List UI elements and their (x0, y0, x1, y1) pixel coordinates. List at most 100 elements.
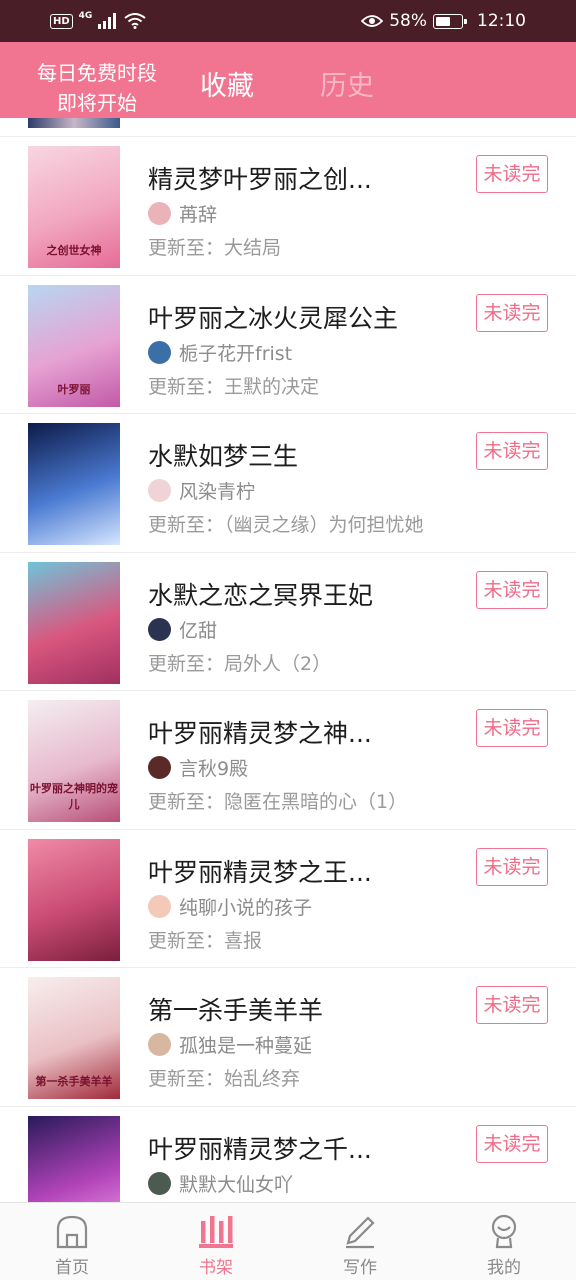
book-author[interactable]: 栀子花开frist (148, 339, 292, 366)
book-item[interactable]: 叶罗丽精灵梦之王... 纯聊小说的孩子更新至：喜报 未读完 (0, 831, 576, 969)
row-divider (0, 551, 576, 553)
book-title[interactable]: 叶罗丽之冰火灵犀公主 (148, 299, 468, 335)
bookshelf-icon (199, 1216, 233, 1248)
unread-badge[interactable]: 未读完 (476, 986, 548, 1024)
book-author[interactable]: 亿甜 (148, 616, 217, 643)
book-cover[interactable] (28, 1115, 120, 1202)
book-cover[interactable]: 叶罗丽之神明的宠儿 (28, 700, 120, 822)
latest-chapter: 更新至：（幽灵之缘）为何担忧她 (148, 514, 424, 536)
status-left: HD 4G (50, 11, 146, 29)
book-title[interactable]: 叶罗丽精灵梦之神... (148, 714, 468, 750)
author-name: 栀子花开frist (179, 342, 293, 365)
row-divider (0, 136, 576, 137)
author-name: 苒辞 (179, 204, 218, 226)
battery-icon (433, 13, 467, 29)
status-bar: HD 4G 58% 12:10 (0, 0, 576, 42)
author-avatar (148, 756, 171, 779)
book-author[interactable]: 孤独是一种蔓延 (148, 1031, 312, 1058)
book-item[interactable]: 第一杀手美羊羊 第一杀手美羊羊 孤独是一种蔓延 更新至：始乱终弃 未读完 (0, 969, 576, 1107)
tab-history[interactable]: 历史 (320, 64, 374, 103)
unread-badge[interactable]: 未读完 (476, 570, 548, 609)
author-name: 纯聊小说的孩子 (179, 896, 313, 919)
nav-bookshelf-label: 书架 (199, 1258, 233, 1278)
bottom-navigation: 首页 书架 写作 我的 (0, 1202, 576, 1280)
nav-write-label: 写作 (343, 1258, 377, 1278)
row-divider (0, 690, 576, 691)
book-author[interactable]: 苒辞 (148, 200, 217, 227)
unread-badge[interactable]: 未读完 (476, 293, 548, 332)
book-cover[interactable]: 之创世女神 (28, 146, 120, 268)
row-divider (0, 1105, 576, 1107)
book-author[interactable]: 默默大仙女吖 (148, 1170, 293, 1197)
nav-write[interactable]: 写作 (288, 1203, 432, 1280)
free-time-promo[interactable]: 每日免费时段 即将开始 (20, 58, 174, 118)
book-title[interactable]: 叶罗丽精灵梦之王... (148, 853, 468, 889)
latest-chapter: 更新至：王默的决定 (148, 375, 320, 398)
nav-bookshelf[interactable]: 书架 (144, 1203, 288, 1280)
author-name: 亿甜 (179, 619, 218, 642)
author-avatar (148, 617, 171, 641)
author-avatar (148, 1033, 171, 1056)
author-avatar (148, 340, 171, 364)
book-item[interactable]: 叶罗丽 叶罗丽之冰火灵犀公主栀子花开frist 更新至：王默的决定 未读完 (0, 277, 576, 415)
row-divider (0, 828, 576, 830)
bookshelf-list[interactable]: 之创世女神 精灵梦叶罗丽之创... 苒辞 更新至：大结局 未读完 叶罗丽 叶罗丽之冰火灵犀公… (0, 118, 576, 1202)
row-divider (0, 967, 576, 968)
home-icon (56, 1215, 88, 1249)
status-right: 58% 12:10 (361, 11, 526, 31)
book-title[interactable]: 叶罗丽精灵梦之千... (148, 1130, 468, 1166)
author-name: 言秋9殿 (179, 758, 249, 780)
book-title[interactable]: 水默之恋之冥界王妃 (148, 576, 468, 612)
latest-chapter: 更新至：喜报 (148, 929, 263, 952)
pen-icon (346, 1216, 375, 1249)
book-author[interactable]: 言秋9殿 (148, 754, 248, 781)
book-cover[interactable]: 第一杀手美羊羊 (28, 977, 120, 1099)
cover-title-art: 叶罗丽 (57, 382, 91, 396)
latest-chapter: 更新至：始乱终弃 (148, 1068, 301, 1090)
unread-badge[interactable]: 未读完 (476, 432, 548, 470)
cover-title-art: 第一杀手美羊羊 (35, 1075, 113, 1088)
unread-badge[interactable]: 未读完 (476, 155, 548, 193)
nav-profile[interactable]: 我的 (432, 1203, 576, 1280)
book-title[interactable]: 水默如梦三生 (148, 437, 468, 473)
book-item[interactable]: 叶罗丽之神明的宠儿 叶罗丽精灵梦之神... 言秋9殿更新至：隐匿在黑暗的心（1） 未读… (0, 692, 576, 830)
network-type: 4G (78, 11, 93, 21)
author-avatar (148, 479, 171, 502)
book-cover[interactable]: 叶罗丽 (28, 284, 120, 407)
nav-profile-label: 我的 (487, 1258, 521, 1278)
book-author[interactable]: 纯聊小说的孩子 (148, 893, 312, 920)
latest-chapter: 更新至：局外人（2） (148, 652, 332, 675)
book-author[interactable]: 风染青柠 (148, 477, 255, 504)
tab-favorites[interactable]: 收藏 (200, 64, 254, 103)
book-title[interactable]: 第一杀手美羊羊 (148, 991, 468, 1027)
author-name: 孤独是一种蔓延 (179, 1035, 313, 1057)
latest-chapter: 更新至：大结局 (148, 237, 282, 259)
book-cover[interactable] (28, 561, 120, 684)
author-name: 风染青柠 (179, 481, 256, 503)
book-item[interactable]: 叶罗丽精灵梦之千... 默默大仙女吖 未读完 (0, 1108, 576, 1202)
promo-line2: 即将开始 (57, 91, 137, 115)
header: 每日免费时段 即将开始 收藏 历史 (0, 42, 576, 118)
unread-badge[interactable]: 未读完 (476, 847, 548, 886)
nav-home[interactable]: 首页 (0, 1203, 144, 1280)
author-name: 默默大仙女吖 (179, 1173, 294, 1196)
profile-icon (491, 1214, 517, 1249)
row-divider (0, 413, 576, 414)
book-cover[interactable] (28, 838, 120, 961)
book-item[interactable]: 水默之恋之冥界王妃亿甜更新至：局外人（2） 未读完 (0, 554, 576, 692)
unread-badge[interactable]: 未读完 (476, 709, 548, 747)
book-cover[interactable] (28, 423, 120, 545)
author-avatar (148, 202, 171, 225)
book-title[interactable]: 精灵梦叶罗丽之创... (148, 160, 468, 196)
cover-title-art: 叶罗丽之神明的宠儿 (30, 782, 118, 811)
latest-chapter: 更新至：隐匿在黑暗的心（1） (148, 791, 408, 813)
cover-title-art: 之创世女神 (46, 244, 102, 257)
clock: 12:10 (477, 11, 526, 31)
unread-badge[interactable]: 未读完 (476, 1124, 548, 1163)
signal-icon (98, 13, 117, 29)
book-item[interactable]: 水默如梦三生风染青柠更新至：（幽灵之缘）为何担忧她 未读完 (0, 415, 576, 553)
row-divider (0, 274, 576, 276)
promo-line1: 每日免费时段 (37, 61, 157, 85)
book-item[interactable]: 之创世女神 精灵梦叶罗丽之创... 苒辞更新至：大结局 未读完 (0, 138, 576, 276)
eye-comfort-icon (361, 15, 384, 27)
